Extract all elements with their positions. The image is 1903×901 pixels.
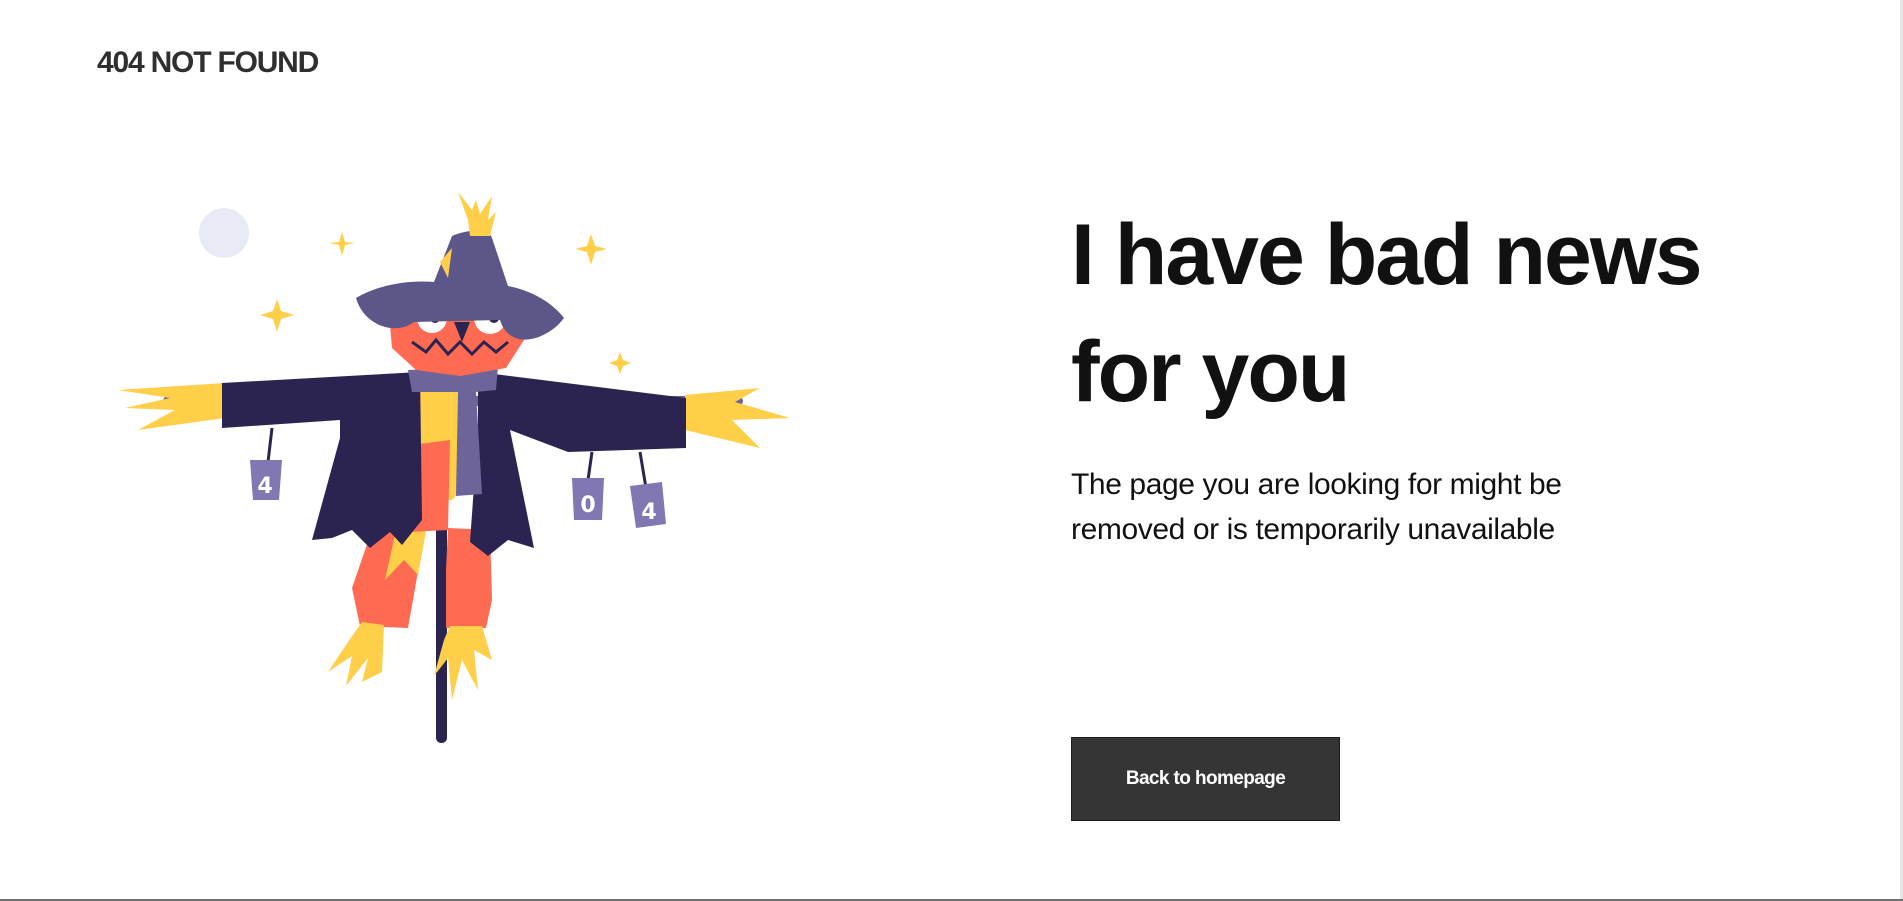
sparkle-icon <box>609 352 631 374</box>
can-label: 4 <box>257 474 272 499</box>
brand-logo-text: 404 NOT FOUND <box>97 46 319 79</box>
foot-straw <box>328 622 492 700</box>
can-label: 0 <box>580 493 595 518</box>
scarecrow-post <box>436 505 447 743</box>
error-message: The page you are looking for might be re… <box>1071 468 1562 546</box>
sparkle-icon <box>575 234 607 265</box>
can-icon: 4 <box>630 482 666 528</box>
not-found-page: 404 NOT FOUND 4 0 4 I have bad news for … <box>0 0 1903 901</box>
back-to-homepage-button[interactable]: Back to homepage <box>1071 737 1340 821</box>
scarecrow-illustration: 4 0 4 <box>118 192 790 743</box>
can-icon: 0 <box>572 478 604 520</box>
can-icon: 4 <box>250 460 282 500</box>
sparkle-icon <box>260 299 294 332</box>
can-label: 4 <box>641 500 656 525</box>
page-headline: I have bad news for you <box>1071 207 1703 420</box>
moon-icon <box>199 208 249 258</box>
right-straw-hand <box>685 388 790 448</box>
left-straw-hand <box>118 383 225 430</box>
sparkle-icon <box>329 232 355 256</box>
scarecrow-hat <box>356 192 564 340</box>
